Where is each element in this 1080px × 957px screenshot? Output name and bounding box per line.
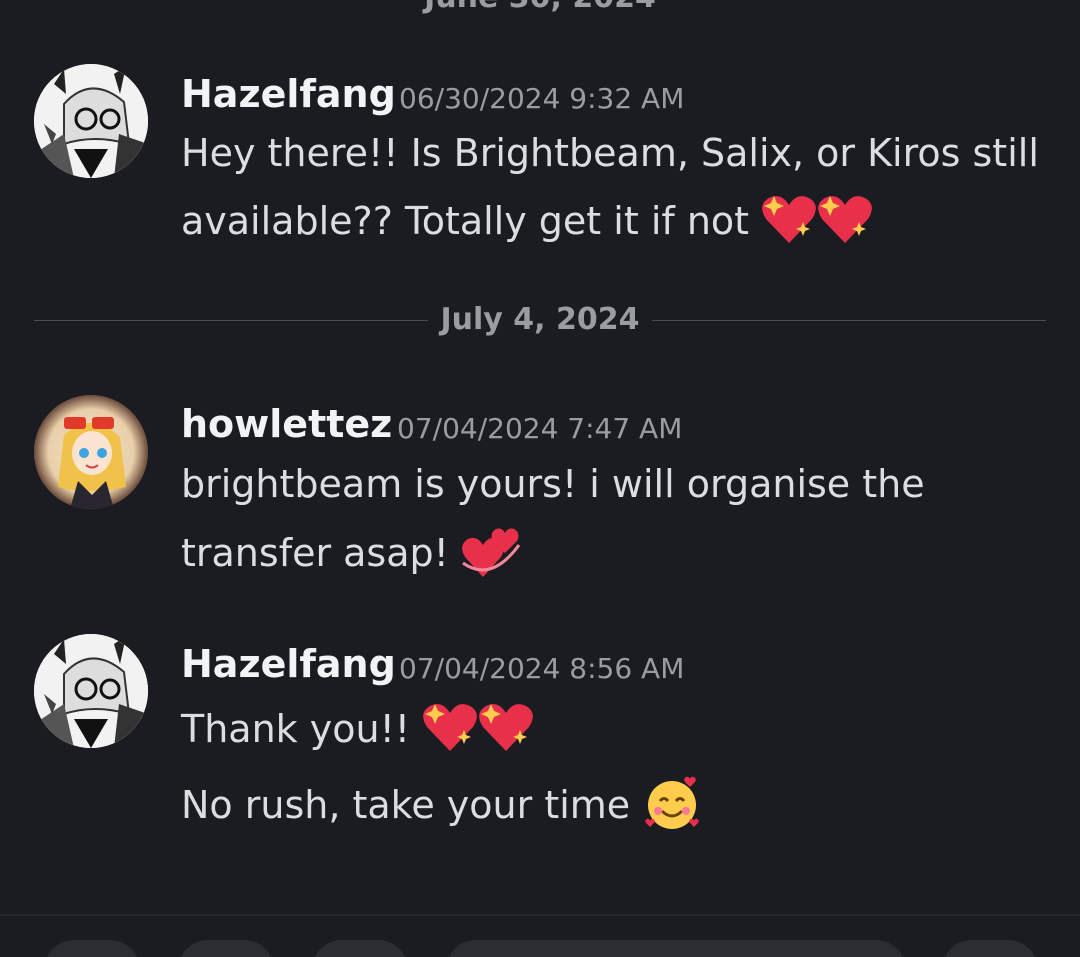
avatar-image-hazelfang (34, 64, 148, 178)
avatar-image-howlettez (34, 395, 148, 509)
message-text-line: transfer asap! (181, 523, 521, 588)
avatar[interactable] (34, 64, 148, 178)
sparkling-heart-icon (478, 701, 534, 762)
message-action-bar (0, 914, 1080, 957)
voice-button[interactable] (942, 940, 1038, 957)
date-divider: July 4, 2024 (34, 300, 1046, 340)
avatar-image-hazelfang (34, 634, 148, 748)
message-text-line: No rush, take your time (181, 773, 702, 842)
message-timestamp: 07/04/2024 7:47 AM (397, 412, 683, 445)
message-text: transfer asap! (181, 531, 449, 575)
message-author[interactable]: howlettez (181, 402, 392, 446)
sparkling-heart-icon (817, 193, 873, 254)
apps-button[interactable] (178, 940, 274, 957)
message-text-line: Hey there!! Is Brightbeam, Salix, or Kir… (181, 131, 1039, 175)
message-author[interactable]: Hazelfang (181, 642, 396, 686)
message-text-line: brightbeam is yours! i will organise the (181, 462, 925, 506)
smiling-face-with-hearts-icon (642, 773, 702, 842)
avatar[interactable] (34, 395, 148, 509)
message-input[interactable] (446, 940, 906, 957)
add-button[interactable] (44, 940, 140, 957)
sparkling-heart-icon (422, 701, 478, 762)
dm-chat-view: June 30, 2024 Hazelfang 06/30/2024 9:32 … (0, 0, 1080, 957)
message-text: brightbeam is yours! i will organise the (181, 462, 925, 506)
message-timestamp: 06/30/2024 9:32 AM (399, 82, 685, 115)
gift-button[interactable] (312, 940, 408, 957)
avatar[interactable] (34, 634, 148, 748)
message-text: Hey there!! Is Brightbeam, Salix, or Kir… (181, 131, 1039, 175)
sparkling-heart-icon (761, 193, 817, 254)
message-text-line: Thank you!! (181, 701, 534, 762)
message-text-line: available?? Totally get it if not (181, 193, 873, 254)
message-author[interactable]: Hazelfang (181, 72, 396, 116)
message-text: Thank you!! (181, 707, 411, 751)
revolving-hearts-icon (461, 523, 521, 588)
message-text: No rush, take your time (181, 783, 631, 827)
message-item[interactable]: Hazelfang 06/30/2024 9:32 AM Hey there!!… (0, 0, 1080, 280)
message-timestamp: 07/04/2024 8:56 AM (399, 652, 685, 685)
message-text: available?? Totally get it if not (181, 199, 750, 243)
divider-rule (652, 320, 1046, 321)
